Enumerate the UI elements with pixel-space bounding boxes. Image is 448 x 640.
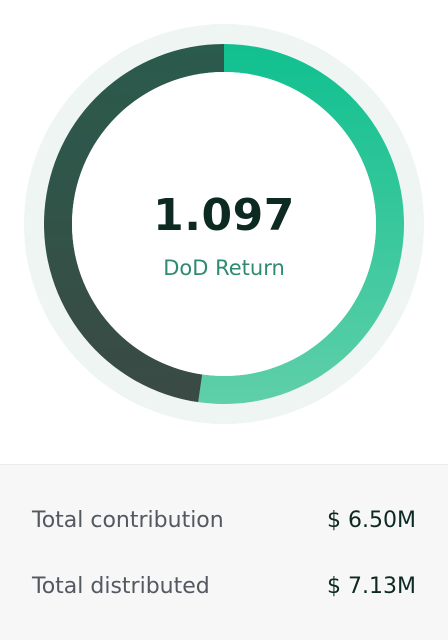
dod-return-label: DoD Return bbox=[163, 256, 285, 280]
total-contribution-value: $ 6.50M bbox=[327, 507, 416, 533]
total-distributed-label: Total distributed bbox=[32, 573, 210, 599]
summary-row-contribution: Total contribution $ 6.50M bbox=[32, 502, 416, 538]
summary-panel: Total contribution $ 6.50M Total distrib… bbox=[0, 464, 448, 640]
dod-return-value: 1.097 bbox=[153, 190, 295, 241]
total-contribution-label: Total contribution bbox=[32, 507, 224, 533]
summary-row-distributed: Total distributed $ 7.13M bbox=[32, 568, 416, 604]
donut-chart-area: 1.097 DoD Return bbox=[0, 0, 448, 464]
total-distributed-value: $ 7.13M bbox=[327, 573, 416, 599]
return-card: 1.097 DoD Return Total contribution $ 6.… bbox=[0, 0, 448, 640]
